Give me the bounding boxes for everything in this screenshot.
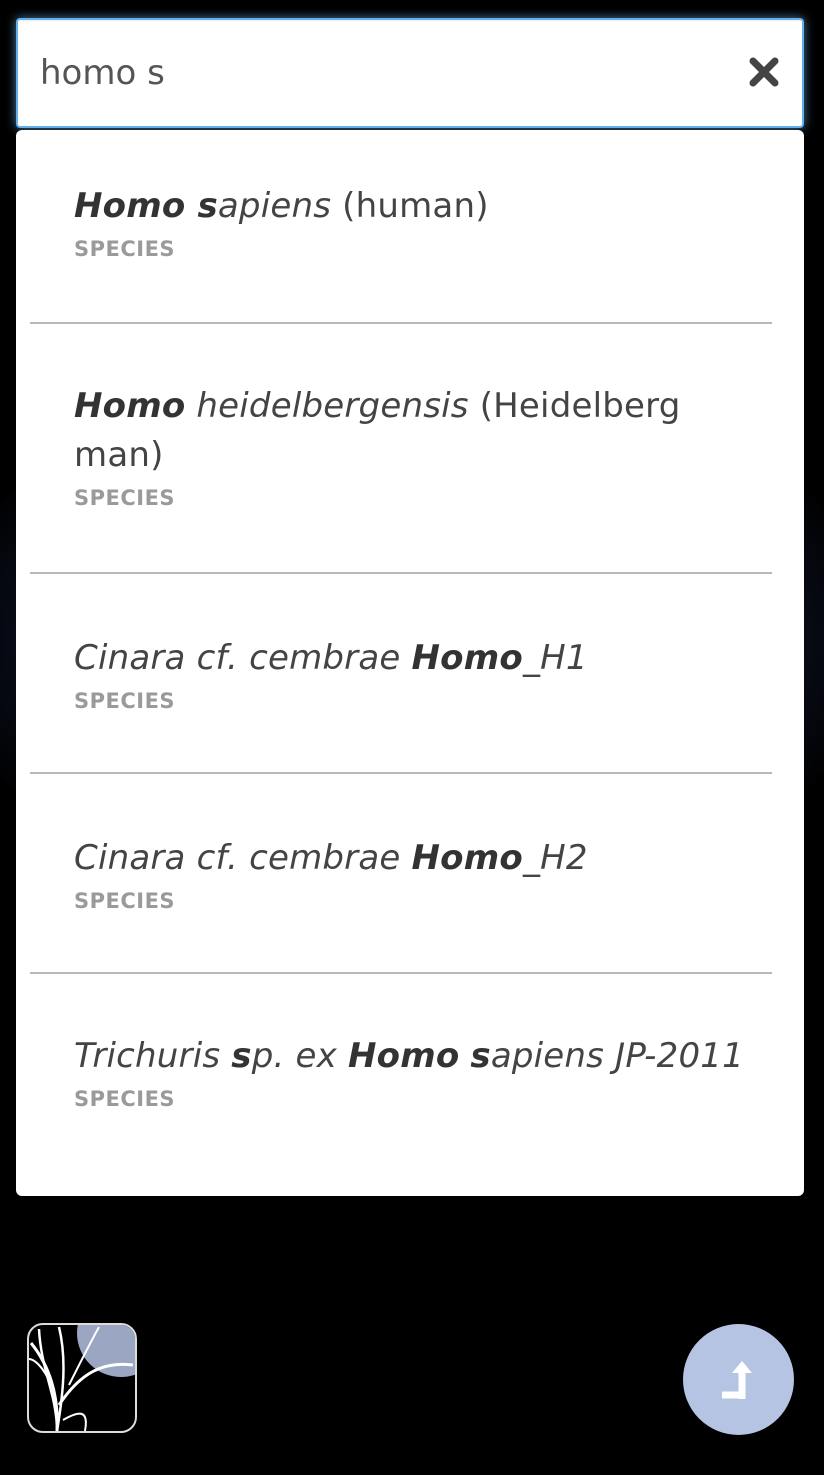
title-fragment: apiens — [217, 186, 332, 226]
result-title: Cinara cf. cembrae Homo_H2 — [74, 834, 764, 883]
result-item[interactable]: Cinara cf. cembrae Homo_H1 SPECIES — [16, 572, 804, 772]
title-fragment: apiens JP-2011 — [490, 1036, 744, 1076]
search-input[interactable] — [40, 20, 720, 126]
result-type-label: SPECIES — [74, 237, 176, 261]
title-fragment: Trichuris — [74, 1036, 232, 1076]
highlighted-match: Homo — [411, 638, 523, 678]
title-fragment: s — [231, 1036, 251, 1076]
highlighted-match: Homo — [411, 838, 523, 878]
result-item[interactable]: Trichuris sp. ex Homo sapiens JP-2011 SP… — [16, 972, 804, 1196]
result-title: Cinara cf. cembrae Homo_H1 — [74, 634, 764, 683]
app-screen: Homo sapiens (human) SPECIES Homo heidel… — [0, 0, 824, 1475]
result-type-label: SPECIES — [74, 486, 176, 510]
title-fragment: heidelbergensis — [185, 386, 469, 426]
title-fragment: Cinara cf. cembrae — [74, 638, 412, 678]
title-fragment — [459, 1036, 470, 1076]
close-icon[interactable] — [746, 54, 782, 90]
result-title: Homo heidelbergensis (Heidelberg man) — [74, 382, 764, 480]
search-box[interactable] — [16, 18, 804, 128]
title-fragment: Homo — [74, 386, 185, 426]
highlighted-match: Homo — [74, 186, 198, 226]
highlighted-match: Homo — [74, 386, 186, 426]
highlighted-match: s — [197, 186, 218, 226]
highlighted-match: Homo — [347, 1036, 460, 1076]
result-item[interactable]: Cinara cf. cembrae Homo_H2 SPECIES — [16, 772, 804, 972]
result-type-label: SPECIES — [74, 689, 176, 713]
title-fragment: Homo — [74, 186, 197, 226]
search-results-dropdown: Homo sapiens (human) SPECIES Homo heidel… — [16, 130, 804, 1196]
result-type-label: SPECIES — [74, 889, 176, 913]
result-title: Trichuris sp. ex Homo sapiens JP-2011 — [74, 1032, 764, 1081]
share-arrow-icon — [722, 1361, 752, 1399]
result-title: Homo sapiens (human) — [74, 182, 764, 231]
title-fragment: _H1 — [522, 638, 588, 678]
title-fragment: Homo — [348, 1036, 459, 1076]
title-fragment: _H2 — [522, 838, 588, 878]
title-fragment: (human) — [331, 186, 489, 226]
result-item[interactable]: Homo sapiens (human) SPECIES — [16, 130, 804, 322]
title-fragment: Homo — [412, 838, 523, 878]
highlighted-match: s — [470, 1036, 491, 1076]
title-fragment: Cinara cf. cembrae — [74, 838, 412, 878]
title-fragment: p. ex — [251, 1036, 348, 1076]
result-type-label: SPECIES — [74, 1087, 176, 1111]
title-fragment: s — [470, 1036, 490, 1076]
result-item[interactable]: Homo heidelbergensis (Heidelberg man) SP… — [16, 322, 804, 572]
title-fragment: Homo — [412, 638, 523, 678]
highlighted-match: s — [231, 1036, 252, 1076]
tree-logo-icon[interactable] — [27, 1323, 137, 1433]
share-button[interactable] — [683, 1324, 794, 1435]
title-fragment: s — [197, 186, 217, 226]
